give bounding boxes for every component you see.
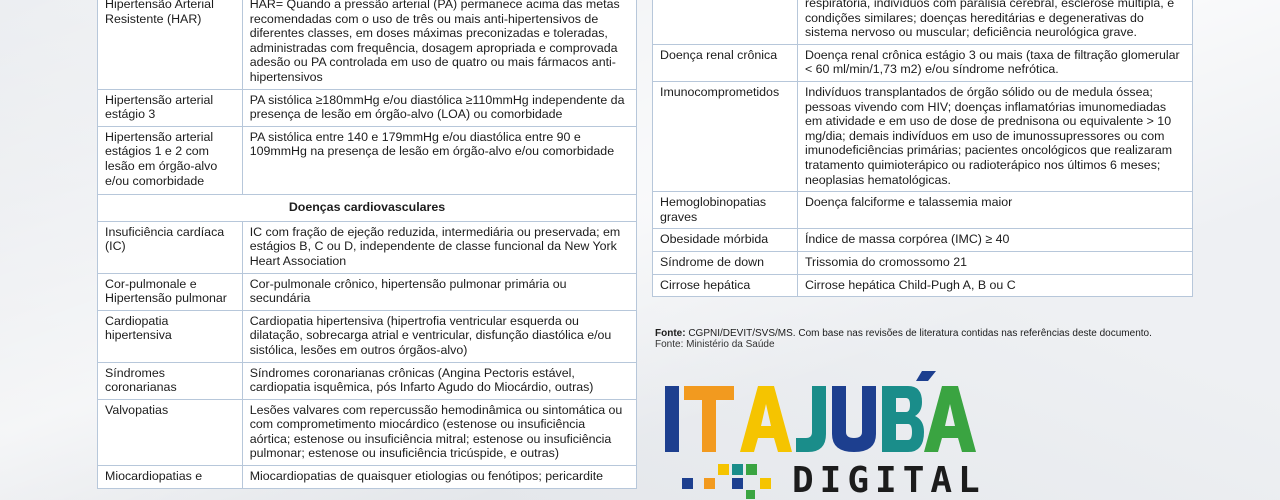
criteria-cell: Cirrose hepática Child-Pugh A, B ou C [796,273,1194,298]
criteria-cell: Indivíduos transplantados de órgão sólid… [796,80,1194,193]
pixel-squares [682,464,771,499]
table-row: Hipertensão arterial estágios 1 e 2 com … [97,125,638,195]
table-row: Cor-pulmonale e Hipertensão pulmonar Cor… [97,272,638,311]
table-row: Síndromes coronarianas Síndromes coronar… [97,361,638,400]
criteria-cell: Índice de massa corpórea (IMC) ≥ 40 [796,228,1194,252]
table-row: Hipertensão arterial estágio 3 PA sistól… [97,88,638,127]
source-text: CGPNI/DEVIT/SVS/MS. Com base nas revisõe… [688,328,1152,339]
table-row: Cirrose hepática Cirrose hepática Child-… [652,273,1194,298]
left-comorbidity-table: Hipertensão Arterial Resistente (HAR) HA… [97,0,638,489]
logo-letter-a [740,386,792,452]
criteria-cell: Miocardiopatias de quaisquer etiologias … [241,465,638,489]
condition-cell: Imunocomprometidos [652,80,798,193]
table-row: Miocardiopatias e Miocardiopatias de qua… [97,465,638,489]
condition-cell: Obesidade mórbida [652,228,798,252]
condition-cell: Hipertensão arterial estágio 3 [97,88,243,127]
table-row: Valvopatias Lesões valvares com repercus… [97,398,638,467]
logo-letter-a-accent [924,386,976,452]
condition-cell: Cirrose hepática [652,273,798,298]
criteria-cell: Cor-pulmonale crônico, hipertensão pulmo… [241,272,638,311]
criteria-cell: IC com fração de ejeção reduzida, interm… [241,220,638,274]
source-line-1: Fonte: CGPNI/DEVIT/SVS/MS. Com base nas … [655,328,1152,339]
itajuba-digital-logo: DIGITAL [665,371,980,500]
condition-cell: Cor-pulmonale e Hipertensão pulmonar [97,272,243,311]
condition-cell: Hipertensão arterial estágios 1 e 2 com … [97,125,243,195]
criteria-cell: Cardiopatia hipertensiva (hipertrofia ve… [241,309,638,363]
section-title: Doenças cardiovasculares [97,193,637,222]
condition-cell: Hemoglobinopatias graves [652,191,798,230]
criteria-cell: Síndromes coronarianas crônicas (Angina … [241,361,638,400]
condition-cell: Hipertensão Arterial Resistente (HAR) [97,0,243,90]
table-row: Doença renal crônica Doença renal crônic… [652,43,1194,82]
table-row: Imunocomprometidos Indivíduos transplant… [652,80,1194,193]
criteria-cell: Lesões valvares com repercussão hemodinâ… [241,398,638,467]
table-row: Cardiopatia hipertensiva Cardiopatia hip… [97,309,638,363]
criteria-cell: Trissomia do cromossomo 21 [796,250,1194,275]
condition-cell: Cardiopatia hipertensiva [97,309,243,363]
right-comorbidity-table: respiratória, indivíduos com paralisia c… [652,0,1194,298]
logo-word-digital: DIGITAL [792,460,980,500]
criteria-cell: PA sistólica ≥180mmHg e/ou diastólica ≥1… [241,88,638,127]
criteria-cell: Doença renal crônica estágio 3 ou mais (… [796,43,1194,82]
condition-cell [652,0,798,45]
logo-letter-i [665,386,679,452]
condition-cell: Insuficiência cardíaca (IC) [97,220,243,274]
source-label: Fonte: [655,328,686,339]
table-row: Hemoglobinopatias graves Doença falcifor… [652,191,1194,230]
table-row: Síndrome de down Trissomia do cromossomo… [652,250,1194,275]
condition-cell: Síndrome de down [652,250,798,275]
table-row: Hipertensão Arterial Resistente (HAR) HA… [97,0,638,90]
table-row: Obesidade mórbida Índice de massa corpór… [652,228,1194,252]
accent-mark [916,371,936,381]
source-note: Fonte: CGPNI/DEVIT/SVS/MS. Com base nas … [655,328,1152,350]
condition-cell: Doença renal crônica [652,43,798,82]
criteria-cell: respiratória, indivíduos com paralisia c… [796,0,1194,45]
criteria-cell: HAR= Quando a pressão arterial (PA) perm… [241,0,638,90]
table-row: Insuficiência cardíaca (IC) IC com fraçã… [97,220,638,274]
logo-letter-j [796,386,826,452]
source-line-2: Fonte: Ministério da Saúde [655,339,775,350]
condition-cell: Valvopatias [97,398,243,467]
table-row: respiratória, indivíduos com paralisia c… [652,0,1194,45]
condition-cell: Síndromes coronarianas [97,361,243,400]
criteria-cell: Doença falciforme e talassemia maior [796,191,1194,230]
criteria-cell: PA sistólica entre 140 e 179mmHg e/ou di… [241,125,638,195]
condition-cell: Miocardiopatias e [97,465,243,489]
logo-letter-u [832,386,876,452]
logo-letter-b [882,386,924,452]
section-header-row: Doenças cardiovasculares [97,193,637,222]
